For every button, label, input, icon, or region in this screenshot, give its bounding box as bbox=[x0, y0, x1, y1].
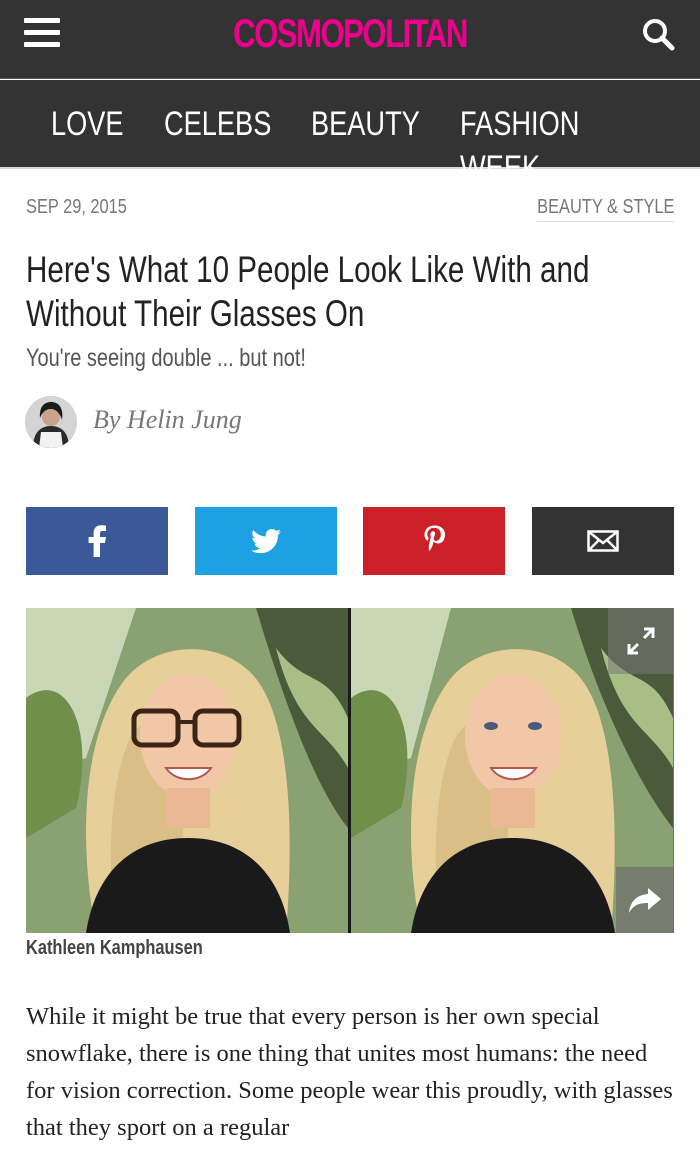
top-bar: COSMOPOLITAN bbox=[0, 0, 700, 79]
section-link[interactable]: BEAUTY & STYLE bbox=[536, 196, 674, 222]
article-dek: You're seeing double ... but not! bbox=[26, 344, 306, 372]
nav-item-beauty[interactable]: BEAUTY bbox=[311, 102, 420, 146]
nav-item-fashion-week[interactable]: FASHION WEEK bbox=[460, 102, 652, 190]
nav-item-love[interactable]: LOVE bbox=[51, 102, 124, 146]
publish-date: SEP 29, 2015 bbox=[26, 196, 127, 218]
author-avatar[interactable] bbox=[25, 396, 77, 448]
photo-with-glasses bbox=[26, 608, 348, 933]
hamburger-menu-icon[interactable] bbox=[24, 18, 60, 48]
author-byline[interactable]: By Helin Jung bbox=[93, 405, 242, 435]
menu-line bbox=[24, 42, 60, 47]
nav-item-celebs[interactable]: CELEBS bbox=[164, 102, 271, 146]
hero-image[interactable] bbox=[26, 608, 674, 933]
pinterest-share-button[interactable] bbox=[363, 507, 505, 575]
share-arrow-icon[interactable] bbox=[616, 867, 674, 933]
email-share-button[interactable] bbox=[532, 507, 674, 575]
image-caption: Kathleen Kamphausen bbox=[26, 937, 203, 959]
search-icon[interactable] bbox=[640, 16, 676, 52]
site-logo[interactable]: COSMOPOLITAN bbox=[77, 12, 623, 56]
twitter-icon bbox=[251, 529, 281, 553]
twitter-share-button[interactable] bbox=[195, 507, 337, 575]
facebook-icon bbox=[88, 525, 106, 557]
menu-line bbox=[24, 30, 60, 35]
facebook-share-button[interactable] bbox=[26, 507, 168, 575]
article-headline: Here's What 10 People Look Like With and… bbox=[26, 249, 590, 334]
section-nav: LOVE CELEBS BEAUTY FASHION WEEK bbox=[0, 80, 700, 187]
expand-icon[interactable] bbox=[608, 608, 674, 674]
menu-line bbox=[24, 18, 60, 23]
email-icon bbox=[587, 530, 619, 552]
logo-text: COSMOPOLITAN bbox=[233, 12, 468, 56]
pinterest-icon bbox=[424, 525, 445, 552]
article-body: While it might be true that every person… bbox=[26, 1003, 673, 1141]
